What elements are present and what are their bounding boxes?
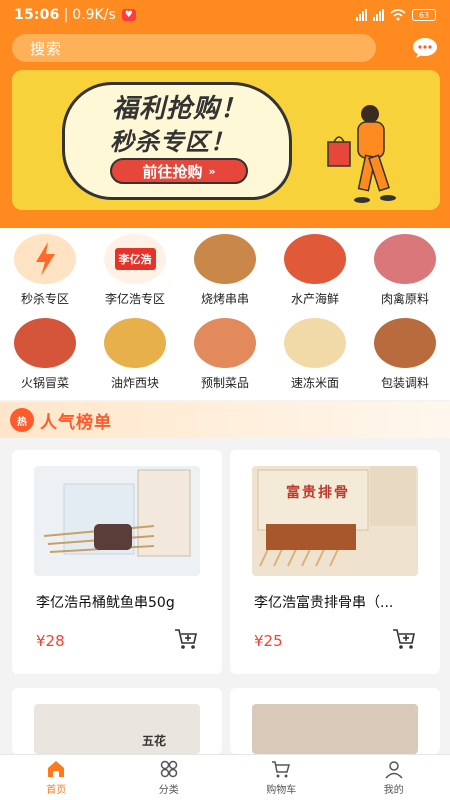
category-bbq[interactable]: 烧烤串串	[180, 234, 270, 307]
ranking-header: 热 人气榜单	[0, 402, 450, 438]
home-icon	[48, 761, 65, 777]
search-row: 搜索	[12, 34, 438, 62]
lightning-icon	[14, 234, 76, 284]
product-price: ¥28	[36, 632, 65, 650]
category-frozen[interactable]: 速冻米面	[270, 318, 360, 391]
category-label: 火锅冒菜	[20, 376, 69, 390]
banner-cta-button[interactable]: 前往抢购 »	[110, 158, 248, 184]
battery-icon: 63	[412, 9, 436, 21]
category-label: 肉禽原料	[380, 292, 429, 306]
tab-category[interactable]: 分类	[113, 755, 226, 800]
category-label: 速冻米面	[290, 376, 339, 390]
tab-label: 我的	[383, 785, 404, 796]
package-label: 五花	[142, 734, 167, 748]
category-label: 水产海鲜	[290, 292, 339, 306]
banner-cta-label: 前往抢购	[142, 162, 203, 181]
product-image	[252, 704, 418, 754]
bottom-tab-bar: 首页 分类 购物车 我的	[0, 754, 450, 800]
category-spices[interactable]: 包装调料	[360, 318, 450, 391]
fire-badge-icon: 热	[10, 408, 34, 432]
lobster-icon	[284, 234, 346, 284]
package-label: 富贵排骨	[286, 485, 350, 501]
search-placeholder: 搜索	[30, 39, 63, 58]
category-prepared[interactable]: 预制菜品	[180, 318, 270, 391]
product-card[interactable]	[230, 688, 440, 754]
category-label: 李亿浩专区	[104, 292, 165, 306]
signal-icon-2	[373, 9, 384, 21]
product-card[interactable]: 五花	[12, 688, 222, 754]
category-fried[interactable]: 油炸西块	[90, 318, 180, 391]
skewers-icon	[194, 234, 256, 284]
product-card[interactable]: 李亿浩吊桶鱿鱼串50g ¥28	[12, 450, 222, 674]
signal-icon	[356, 9, 367, 21]
category-label: 包装调料	[380, 376, 429, 390]
product-price: ¥25	[254, 632, 283, 650]
category-label: 烧烤串串	[200, 292, 249, 306]
category-label: 油炸西块	[110, 376, 159, 390]
category-liyihao[interactable]: 李亿浩 李亿浩专区	[90, 234, 180, 307]
status-time: 15:06	[14, 7, 60, 23]
fried-food-icon	[104, 318, 166, 368]
user-icon	[385, 761, 403, 779]
category-meat[interactable]: 肉禽原料	[360, 234, 450, 307]
add-to-cart-icon[interactable]	[174, 628, 198, 650]
tab-label: 分类	[158, 785, 179, 796]
wifi-icon	[390, 9, 406, 21]
hotpot-icon	[14, 318, 76, 368]
spices-icon	[374, 318, 436, 368]
banner-subtitle: 秒杀专区！	[110, 128, 235, 156]
shopper-illustration	[327, 105, 396, 203]
product-image: 五花	[34, 704, 200, 754]
tab-label: 首页	[46, 785, 67, 796]
meat-icon	[374, 234, 436, 284]
status-bar: 15:06 | 0.9K/s ♥ 63	[0, 0, 450, 30]
cart-icon	[272, 761, 291, 778]
product-name: 李亿浩富贵排骨串（...	[254, 595, 394, 611]
ranking-title: 人气榜单	[40, 412, 112, 433]
category-flash-sale[interactable]: 秒杀专区	[0, 234, 90, 307]
network-speed: 0.9K/s	[72, 7, 116, 23]
product-card[interactable]: 富贵排骨 李亿浩富贵排骨串（... ¥25	[230, 450, 440, 674]
search-input[interactable]: 搜索	[12, 34, 376, 62]
category-seafood[interactable]: 水产海鲜	[270, 234, 360, 307]
brand-logo-icon: 李亿浩	[104, 234, 166, 284]
category-grid: 秒杀专区 李亿浩 李亿浩专区 烧烤串串 水产海鲜 肉禽原料 火锅冒菜 油炸西块 …	[0, 228, 450, 400]
banner-title: 福利抢购！	[112, 94, 248, 124]
status-icons: 63	[356, 9, 436, 21]
category-label: 秒杀专区	[20, 292, 69, 306]
tab-cart[interactable]: 购物车	[225, 755, 338, 800]
status-separator: |	[63, 7, 69, 23]
tab-profile[interactable]: 我的	[338, 755, 450, 800]
product-image: 富贵排骨	[252, 466, 418, 576]
add-to-cart-icon[interactable]	[392, 628, 416, 650]
tab-label: 购物车	[266, 785, 297, 796]
category-label: 预制菜品	[200, 376, 249, 390]
product-name: 李亿浩吊桶鱿鱼串50g	[36, 595, 175, 611]
message-icon[interactable]	[412, 37, 438, 59]
brand-logo-text: 李亿浩	[114, 248, 156, 270]
tab-home[interactable]: 首页	[0, 755, 113, 800]
promo-banner[interactable]: 福利抢购！ 秒杀专区！ 前往抢购 »	[12, 70, 440, 210]
product-image	[34, 466, 200, 576]
category-icon	[160, 760, 177, 778]
notification-badge-icon: ♥	[121, 9, 136, 21]
prepared-dish-icon	[194, 318, 256, 368]
double-chevron-icon: »	[208, 164, 216, 178]
category-hotpot[interactable]: 火锅冒菜	[0, 318, 90, 391]
dumpling-icon	[284, 318, 346, 368]
